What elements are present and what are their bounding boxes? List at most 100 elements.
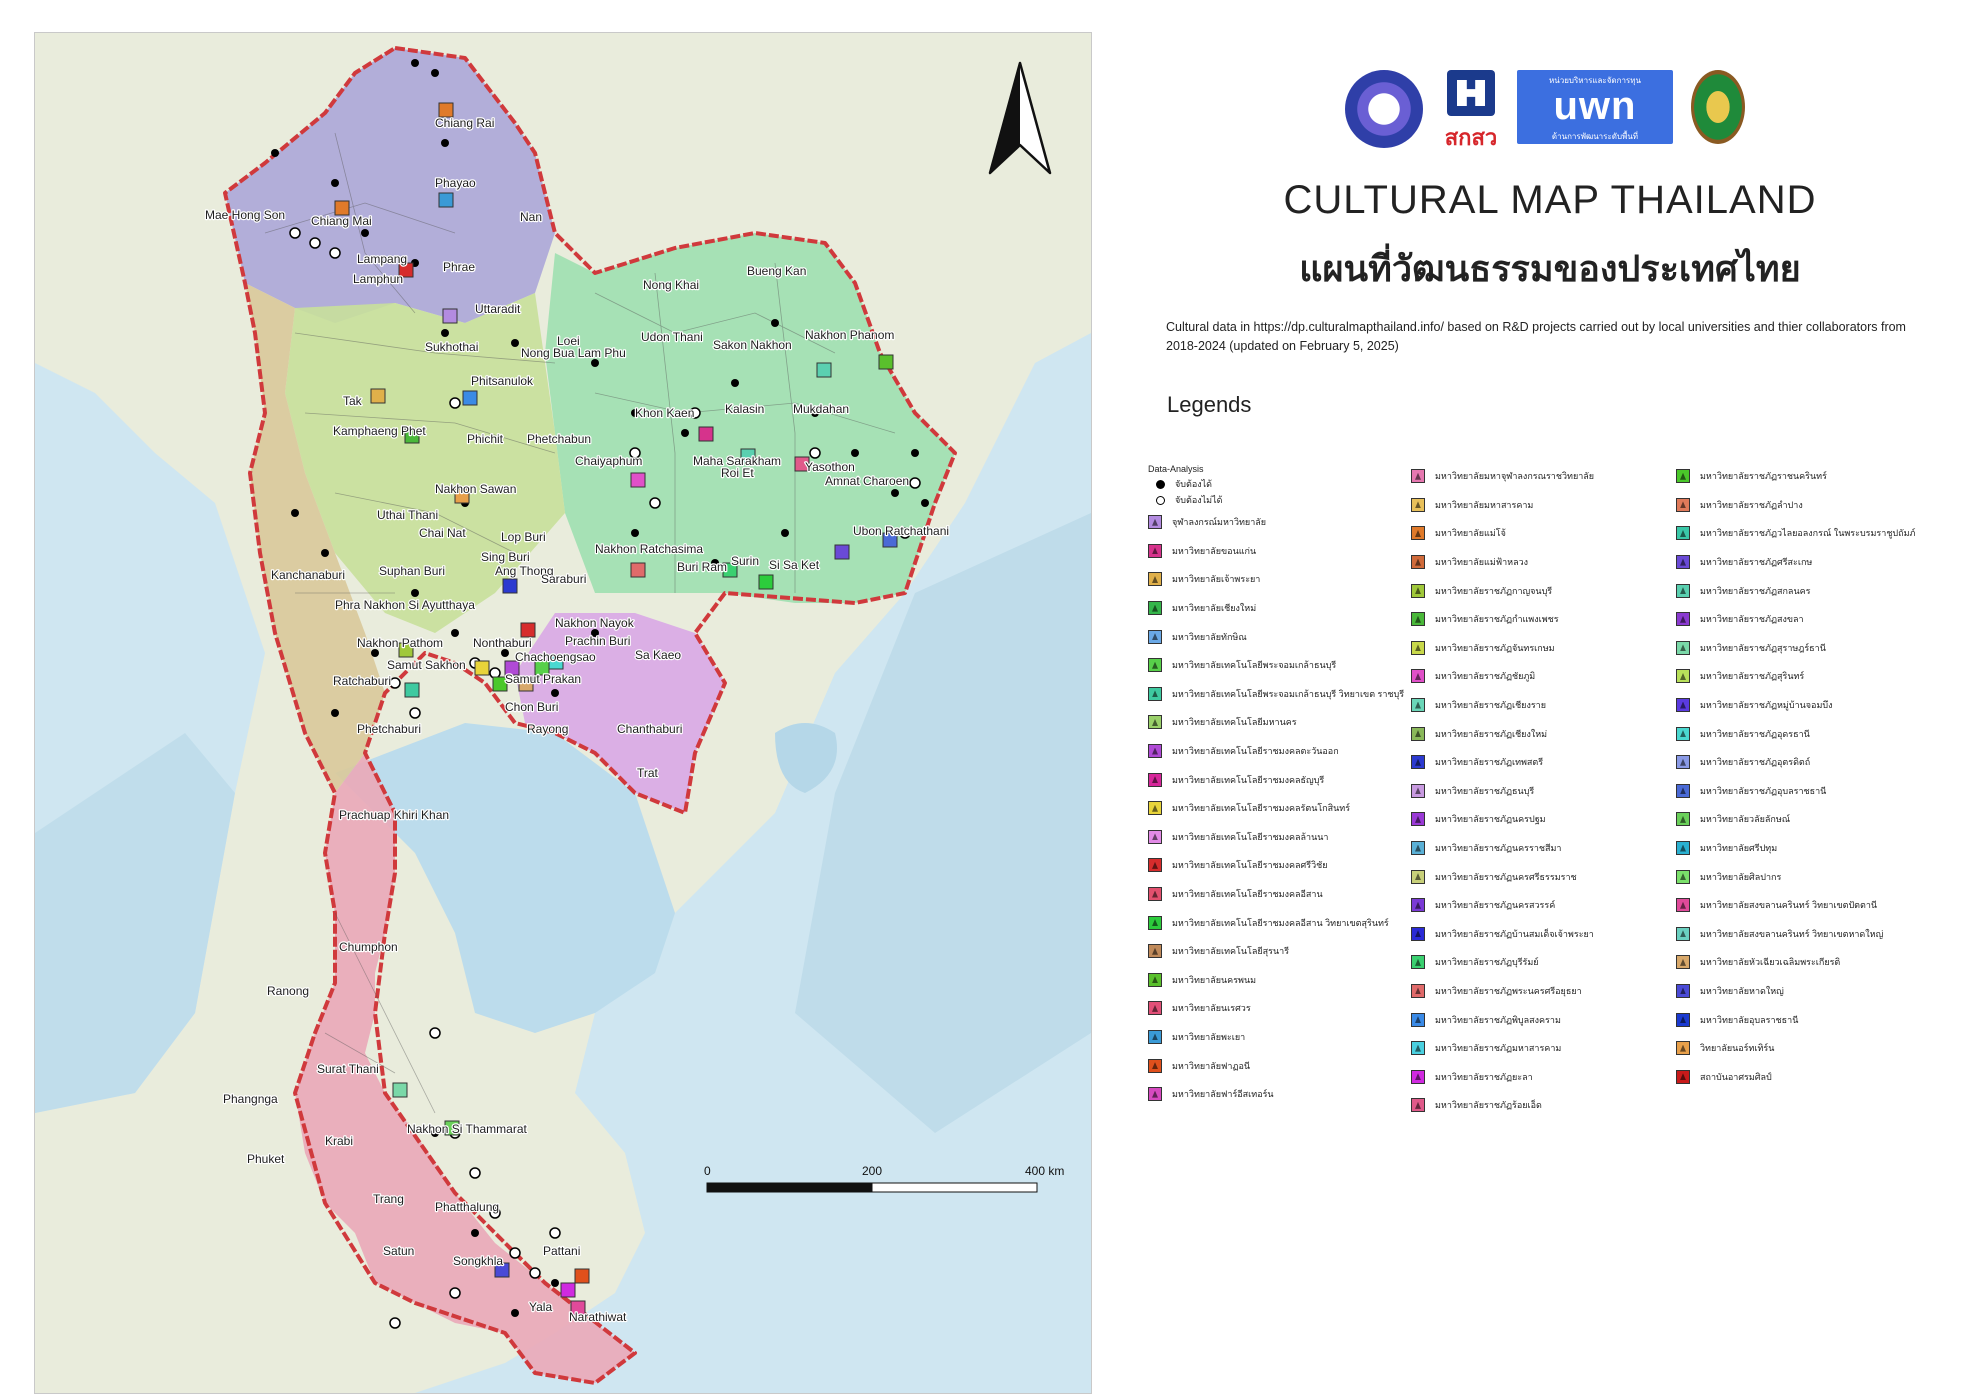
university-symbol-icon	[1148, 629, 1162, 644]
legend-item: มหาวิทยาลัยราชภัฏสงขลา	[1676, 605, 1946, 634]
university-symbol-icon	[1148, 1087, 1162, 1102]
university-symbol-icon	[1148, 715, 1162, 730]
legend-item-label: มหาวิทยาลัยสงขลานครินทร์ วิทยาเขตปัตตานี	[1700, 900, 1878, 911]
place-label: Trat	[637, 766, 659, 780]
legend-item: จุฬาลงกรณ์มหาวิทยาลัย	[1148, 508, 1418, 537]
university-symbol-icon	[1411, 1069, 1425, 1084]
place-label: Chanthaburi	[617, 722, 682, 736]
legend-item: มหาวิทยาลัยราชภัฏหมู่บ้านจอมบึง	[1676, 691, 1946, 720]
legend-item-label: มหาวิทยาลัยราชภัฏเชียงใหม่	[1435, 728, 1548, 739]
legend-item-label: มหาวิทยาลัยมหาจุฬาลงกรณราชวิทยาลัย	[1435, 471, 1595, 482]
legend-intangible: จับต้องไม่ได้	[1148, 492, 1418, 508]
place-label: Sa Kaeo	[635, 648, 681, 662]
legend-item-label: มหาวิทยาลัยนครพนม	[1172, 974, 1257, 985]
place-label: Nong Khai	[643, 278, 699, 292]
legend-item: มหาวิทยาลัยเจ้าพระยา	[1148, 565, 1418, 594]
university-symbol-icon	[1676, 726, 1690, 741]
legend-item: มหาวิทยาลัยราชภัฏยะลา	[1411, 1062, 1681, 1091]
place-label: Lop Buri	[501, 530, 546, 544]
legend-intangible-label: จับต้องไม่ได้	[1175, 495, 1223, 505]
legend-item: มหาวิทยาลัยทักษิณ	[1148, 622, 1418, 651]
legend-item: มหาวิทยาลัยราชภัฏราชนครินทร์	[1676, 462, 1946, 491]
legend-item-label: มหาวิทยาลัยเทคโนโลยีราชมงคลอีสาน วิทยาเข…	[1172, 917, 1389, 928]
university-symbol-icon	[1411, 812, 1425, 827]
place-label: Samut Sakhon	[387, 658, 466, 672]
university-symbol-icon	[1411, 898, 1425, 913]
legend-item-label: สถาบันอาศรมศิลป์	[1700, 1071, 1772, 1082]
place-label: Kamphaeng Phet	[333, 424, 426, 438]
legend-item-label: มหาวิทยาลัยราชภัฏพิบูลสงคราม	[1435, 1014, 1561, 1025]
legend-item-label: มหาวิทยาลัยแม่ฟ้าหลวง	[1435, 557, 1529, 568]
legend-item: มหาวิทยาลัยหาดใหญ่	[1676, 977, 1946, 1006]
legend-item-label: มหาวิทยาลัยราชภัฏบ้านสมเด็จเจ้าพระยา	[1435, 928, 1594, 939]
legend-item-label: มหาวิทยาลัยสงขลานครินทร์ วิทยาเขตหาดใหญ่	[1700, 928, 1884, 939]
legend-item: มหาวิทยาลัยราชภัฏมหาสารคาม	[1411, 1034, 1681, 1063]
legend-item: มหาวิทยาลัยเทคโนโลยีราชมงคลล้านนา	[1148, 823, 1418, 852]
university-symbol-icon	[1148, 801, 1162, 816]
place-label: Chiang Rai	[435, 116, 494, 130]
place-label: Sukhothai	[425, 340, 478, 354]
university-symbol-icon	[1676, 955, 1690, 970]
legend-item-label: มหาวิทยาลัยราชภัฏอุตรดิตถ์	[1700, 757, 1811, 768]
legend-item-label: มหาวิทยาลัยราชภัฏสุรินทร์	[1700, 671, 1805, 682]
thailand-map[interactable]: Chiang Rai Mae Hong Son Chiang Mai Phayao Na…	[35, 33, 1091, 1393]
university-symbol-icon	[1676, 612, 1690, 627]
university-symbol-icon	[1148, 744, 1162, 759]
legend-item: มหาวิทยาลัยราชภัฏนครศรีธรรมราช	[1411, 862, 1681, 891]
legend-column-1: Data-Analysis จับต้องได้ จับต้องไม่ได้ จ…	[1148, 462, 1418, 1108]
place-label: Chiang Mai	[311, 214, 372, 228]
place-label: Nakhon Pathom	[357, 636, 443, 650]
legend-item-label: มหาวิทยาลัยราชภัฏบุรีรัมย์	[1435, 957, 1539, 968]
place-label: Nakhon Phanom	[805, 328, 894, 342]
legend-item: มหาวิทยาลัยราชภัฏเชียงใหม่	[1411, 719, 1681, 748]
university-symbol-icon	[1148, 601, 1162, 616]
legend-item-label: มหาวิทยาลัยราชภัฏสงขลา	[1700, 614, 1804, 625]
legend-item: วิทยาลัยนอร์ทเทิร์น	[1676, 1034, 1946, 1063]
place-label: Phuket	[247, 1152, 285, 1166]
scale-label-200: 200	[862, 1164, 882, 1178]
university-symbol-icon	[1148, 944, 1162, 959]
legend-item-label: มหาวิทยาลัยเทคโนโลยีราชมงคลตะวันออก	[1172, 746, 1339, 757]
legend-item-label: มหาวิทยาลัยเทคโนโลยีราชมงคลล้านนา	[1172, 831, 1329, 842]
legend-item-label: มหาวิทยาลัยมหาสารคาม	[1435, 499, 1534, 510]
legend-item: มหาวิทยาลัยราชภัฏสกลนคร	[1676, 576, 1946, 605]
place-label: Phra Nakhon Si Ayutthaya	[335, 598, 475, 612]
place-label: Ranong	[267, 984, 309, 998]
map-canvas[interactable]: Chiang Rai Mae Hong Son Chiang Mai Phayao Na…	[34, 32, 1092, 1394]
university-symbol-icon	[1411, 1098, 1425, 1113]
place-label: Phayao	[435, 176, 476, 190]
scale-label-0: 0	[704, 1164, 711, 1178]
legend-item-label: มหาวิทยาลัยราชภัฏหมู่บ้านจอมบึง	[1700, 700, 1833, 711]
legend-item-label: มหาวิทยาลัยราชภัฏนครสวรรค์	[1435, 900, 1556, 911]
legend-item: มหาวิทยาลัยราชภัฏวไลยอลงกรณ์ ในพระบรมราช…	[1676, 519, 1946, 548]
legend-item: มหาวิทยาลัยหัวเฉียวเฉลิมพระเกียรติ	[1676, 948, 1946, 977]
legend-column-2: มหาวิทยาลัยมหาจุฬาลงกรณราชวิทยาลัยมหาวิท…	[1411, 462, 1681, 1120]
university-symbol-icon	[1148, 858, 1162, 873]
legend-item-label: มหาวิทยาลัยเทคโนโลยีราชมงคลรัตนโกสินทร์	[1172, 803, 1351, 814]
legend-item: มหาวิทยาลัยแม่ฟ้าหลวง	[1411, 548, 1681, 577]
place-label: Nong Bua Lam Phu	[521, 346, 626, 360]
legend-item: มหาวิทยาลัยเทคโนโลยีราชมงคลธัญบุรี	[1148, 765, 1418, 794]
legend-item: มหาวิทยาลัยเทคโนโลยีราชมงคลศรีวิชัย	[1148, 851, 1418, 880]
legend-tangible: จับต้องได้	[1148, 476, 1418, 492]
university-symbol-icon	[1148, 515, 1162, 530]
university-seal-logo	[1345, 70, 1423, 148]
hollow-dot-icon	[1156, 495, 1165, 505]
university-symbol-icon	[1411, 726, 1425, 741]
legend-item: มหาวิทยาลัยนเรศวร	[1148, 994, 1418, 1023]
legend-item-label: มหาวิทยาลัยราชภัฏอุบลราชธานี	[1700, 785, 1827, 796]
legends-heading: Legends	[1167, 392, 1252, 417]
legend-item-label: มหาวิทยาลัยหัวเฉียวเฉลิมพระเกียรติ	[1700, 957, 1841, 968]
university-symbol-icon	[1411, 755, 1425, 770]
legend-item-label: มหาวิทยาลัยราชภัฏเชียงราย	[1435, 700, 1547, 711]
place-label: Sakon Nakhon	[713, 338, 792, 352]
legend-item: มหาวิทยาลัยเชียงใหม่	[1148, 594, 1418, 623]
university-symbol-icon	[1148, 972, 1162, 987]
legend-item-label: มหาวิทยาลัยเทคโนโลยีมหานคร	[1172, 717, 1297, 728]
place-label: Uthai Thani	[377, 508, 438, 522]
place-label: Buri Ram	[677, 560, 727, 574]
place-label: Uttaradit	[475, 302, 521, 316]
university-symbol-icon	[1411, 555, 1425, 570]
university-symbol-icon	[1148, 829, 1162, 844]
university-symbol-icon	[1148, 543, 1162, 558]
